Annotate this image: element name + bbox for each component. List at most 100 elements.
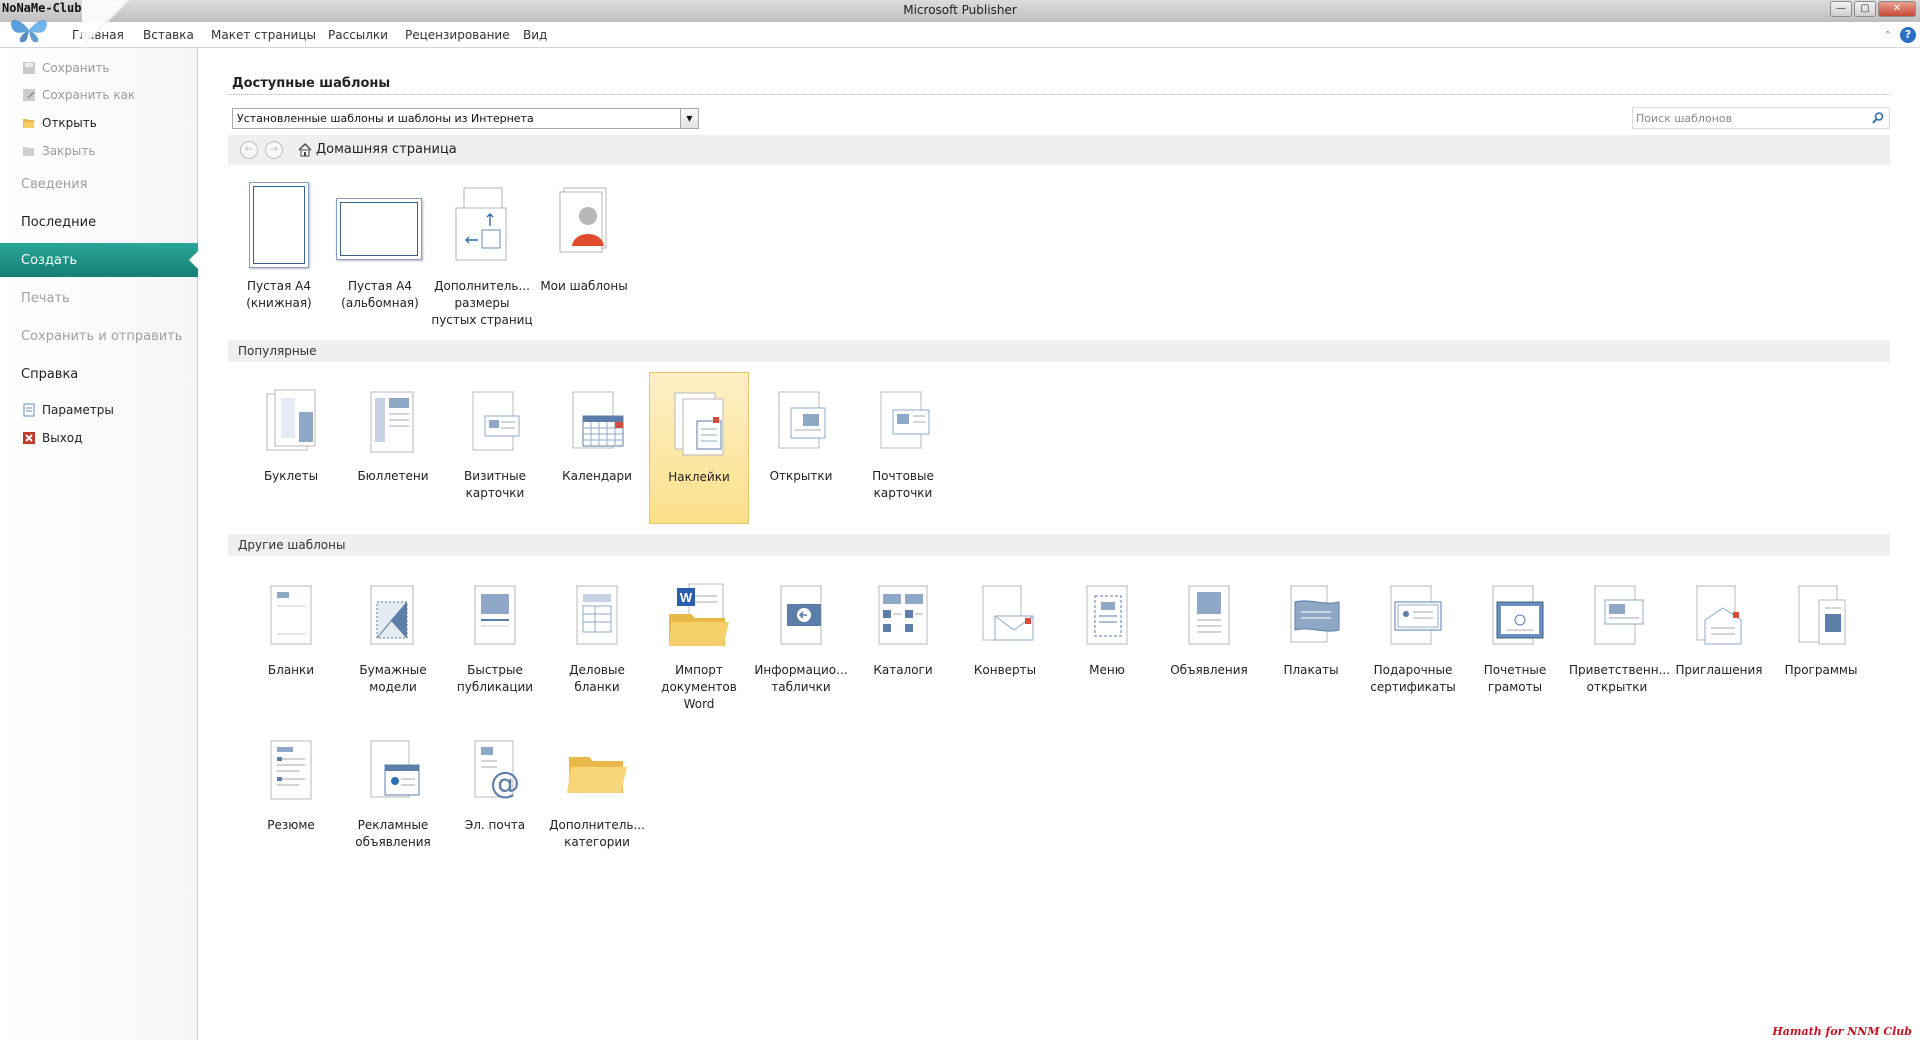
template-my-templates[interactable]: Мои шаблоны — [530, 180, 638, 340]
templates-panel: Доступные шаблоны Установленные шаблоны … — [228, 48, 1890, 1040]
template-business-cards[interactable]: Визитные карточки — [445, 372, 545, 524]
template-business-forms[interactable]: Деловые бланки — [547, 566, 647, 718]
template-label: Почетные грамоты — [1465, 662, 1565, 696]
template-newsletters[interactable]: Бюллетени — [343, 372, 443, 524]
template-label: Информацио... таблички — [751, 662, 851, 696]
nav-exit[interactable]: Выход — [22, 428, 82, 448]
nav-save-as[interactable]: Сохранить как — [22, 85, 135, 105]
template-label-line: Импорт — [675, 663, 723, 677]
template-blank-a4-landscape[interactable]: Пустая A4 (альбомная) — [326, 180, 434, 340]
template-label-line: Рекламные — [357, 818, 429, 832]
template-quick-publications[interactable]: Быстрые публикации — [445, 566, 545, 718]
chevron-down-icon[interactable]: ▼ — [680, 109, 698, 128]
template-resumes[interactable]: Резюме — [241, 721, 341, 873]
nav-open[interactable]: Открыть — [22, 113, 97, 133]
nav-save-send[interactable]: Сохранить и отправить — [0, 319, 198, 353]
search-placeholder: Поиск шаблонов — [1636, 112, 1733, 125]
back-icon[interactable]: ← — [240, 141, 258, 159]
template-label: Приглашения — [1669, 662, 1769, 679]
template-blank-a4-portrait[interactable]: Пустая A4 (книжная) — [225, 180, 333, 340]
tab-page-layout[interactable]: Макет страницы — [211, 28, 316, 42]
nav-save-label: Сохранить — [42, 61, 110, 75]
catalog-icon — [878, 585, 928, 645]
search-icon[interactable] — [1871, 111, 1885, 125]
template-email[interactable]: @ Эл. почта — [445, 721, 545, 873]
nav-exit-label: Выход — [42, 431, 83, 445]
search-input[interactable]: Поиск шаблонов — [1632, 107, 1890, 129]
template-label-line: Word — [683, 697, 715, 711]
template-label-line: таблички — [771, 680, 831, 694]
save-as-icon — [23, 89, 35, 101]
template-brochures[interactable]: Буклеты — [241, 372, 341, 524]
help-icon[interactable]: ? — [1900, 27, 1916, 43]
nav-recent[interactable]: Последние — [0, 205, 198, 239]
template-envelopes[interactable]: Конверты — [955, 566, 1055, 718]
nav-print[interactable]: Печать — [0, 281, 198, 315]
template-more-categories[interactable]: Дополнитель... категории — [547, 721, 647, 873]
template-label: Плакаты — [1261, 662, 1361, 679]
template-letterheads[interactable]: Бланки — [241, 566, 341, 718]
window-title: Microsoft Publisher — [903, 3, 1017, 17]
blank-portrait-thumbnail — [249, 182, 309, 268]
template-label-line: Приглашения — [1675, 663, 1763, 677]
template-menus[interactable]: Меню — [1057, 566, 1157, 718]
template-label-line: модели — [369, 680, 417, 694]
template-label: Эл. почта — [445, 817, 545, 834]
tab-mailings[interactable]: Рассылки — [328, 28, 388, 42]
template-labels[interactable]: Наклейки — [649, 372, 749, 524]
template-posters[interactable]: Плакаты — [1261, 566, 1361, 718]
labels-icon — [674, 392, 724, 456]
template-calendars[interactable]: Календари — [547, 372, 647, 524]
nav-save[interactable]: Сохранить — [22, 58, 110, 78]
nav-info[interactable]: Сведения — [0, 167, 198, 201]
tab-insert[interactable]: Вставка — [143, 28, 194, 42]
template-source-select[interactable]: Установленные шаблоны и шаблоны из Интер… — [232, 108, 699, 129]
template-welcome-cards[interactable]: Приветственн... открытки — [1567, 566, 1670, 718]
template-label: Конверты — [955, 662, 1055, 679]
template-invitations[interactable]: Приглашения — [1669, 566, 1769, 718]
template-label: Дополнитель... размеры пустых страниц — [428, 278, 536, 329]
nav-new[interactable]: Создать — [0, 243, 199, 277]
template-source-value: Установленные шаблоны и шаблоны из Интер… — [237, 112, 534, 125]
template-flyers[interactable]: Объявления — [1159, 566, 1259, 718]
maximize-button[interactable]: ▢ — [1854, 1, 1876, 17]
butterfly-icon — [11, 20, 47, 43]
template-catalogs[interactable]: Каталоги — [853, 566, 953, 718]
forward-icon[interactable]: → — [265, 141, 283, 159]
menu-icon — [1086, 585, 1128, 645]
close-button[interactable]: ✕ — [1878, 1, 1916, 17]
template-award-certificates[interactable]: Почетные грамоты — [1465, 566, 1565, 718]
template-more-blank-sizes[interactable]: Дополнитель... размеры пустых страниц — [428, 180, 536, 340]
breadcrumb[interactable]: Домашняя страница — [298, 142, 457, 157]
template-advertisements[interactable]: Рекламные объявления — [343, 721, 443, 873]
ribbon-right-controls: ⌃ ? — [1884, 27, 1916, 43]
nav-close[interactable]: Закрыть — [22, 141, 95, 161]
template-greeting-cards[interactable]: Открытки — [751, 372, 851, 524]
my-templates-icon — [559, 187, 607, 253]
template-import-word[interactable]: W Импорт документов Word — [649, 566, 749, 718]
template-postcards[interactable]: Почтовые карточки — [853, 372, 953, 524]
template-label-line: Бумажные — [359, 663, 427, 677]
watermark: Hamath for NNM Club — [1772, 1025, 1912, 1038]
nav-options-label: Параметры — [42, 403, 114, 417]
invitation-icon — [1696, 585, 1742, 645]
tab-view[interactable]: Вид — [523, 28, 547, 42]
minimize-ribbon-icon[interactable]: ⌃ — [1884, 30, 1892, 41]
nav-help[interactable]: Справка — [0, 357, 198, 391]
template-programs[interactable]: Программы — [1771, 566, 1871, 718]
award-certificate-icon — [1492, 585, 1544, 645]
nav-options[interactable]: Параметры — [22, 400, 114, 420]
template-label-line: Резюме — [267, 818, 315, 832]
blank-landscape-thumbnail — [336, 198, 422, 260]
template-label: Бюллетени — [343, 468, 443, 485]
template-gift-certificates[interactable]: Подарочные сертификаты — [1363, 566, 1463, 718]
template-signs[interactable]: Информацио... таблички — [751, 566, 851, 718]
minimize-button[interactable]: — — [1830, 1, 1852, 17]
template-label-line: Пустая A4 — [348, 279, 412, 293]
business-card-icon — [472, 391, 520, 451]
breadcrumb-home: Домашняя страница — [316, 142, 457, 157]
nav-open-label: Открыть — [42, 116, 97, 130]
tab-review[interactable]: Рецензирование — [405, 28, 510, 42]
template-label: Приветственн... открытки — [1567, 662, 1670, 696]
template-paper-models[interactable]: Бумажные модели — [343, 566, 443, 718]
